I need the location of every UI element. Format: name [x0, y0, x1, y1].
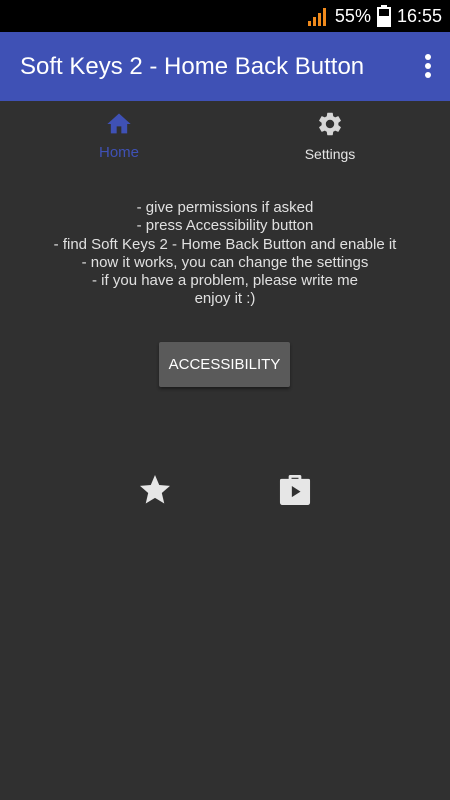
status-indicators: 55% 16:55 — [307, 0, 442, 32]
rate-button[interactable] — [135, 470, 175, 510]
instruction-line: - find Soft Keys 2 - Home Back Button an… — [53, 235, 397, 253]
status-bar: 55% 16:55 — [0, 0, 450, 32]
instruction-line: - give permissions if asked — [136, 199, 314, 216]
star-icon — [140, 475, 170, 504]
play-store-icon — [279, 474, 311, 506]
instruction-line: enjoy it :) — [194, 290, 256, 308]
signal-icon — [307, 8, 326, 26]
overflow-menu-button[interactable] — [416, 46, 440, 86]
app-title: Soft Keys 2 - Home Back Button — [20, 53, 365, 80]
tab-settings[interactable]: Settings — [270, 110, 390, 170]
clock: 16:55 — [396, 5, 442, 26]
instruction-line: - if you have a problem, please write me — [92, 272, 358, 290]
tab-home-label: Home — [98, 144, 139, 161]
instruction-line: - now it works, you can change the setti… — [81, 253, 369, 271]
app-bar: Soft Keys 2 - Home Back Button — [0, 32, 450, 101]
battery-icon — [376, 5, 391, 27]
battery-percent: 55% — [334, 5, 371, 26]
instruction-line: - press Accessibility button — [136, 217, 314, 235]
tab-settings-label: Settings — [304, 146, 356, 162]
more-vert-icon — [425, 54, 431, 78]
tab-home[interactable]: Home — [59, 110, 179, 170]
instructions-text: - give permissions if asked - press Acce… — [0, 199, 450, 309]
accessibility-button[interactable]: ACCESSIBILITY — [159, 342, 290, 387]
app-screen: 55% 16:55 Soft Keys 2 - Home Back Button… — [0, 0, 450, 800]
play-store-button[interactable] — [275, 470, 315, 510]
home-icon — [107, 113, 131, 134]
gear-icon — [319, 112, 341, 136]
